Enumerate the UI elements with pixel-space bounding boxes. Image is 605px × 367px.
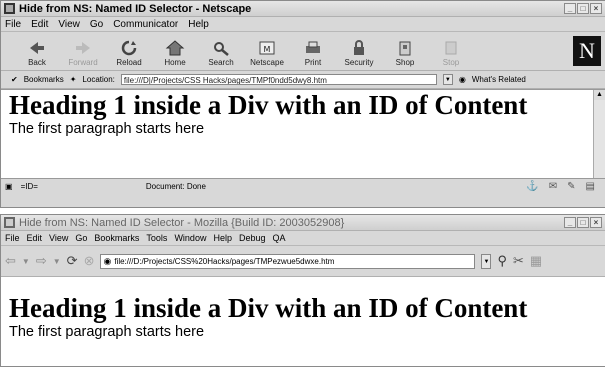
back-arrow-icon[interactable]: ⇦ <box>5 253 16 269</box>
home-icon <box>165 40 185 56</box>
reload-icon <box>121 40 137 56</box>
print-icon <box>306 41 320 53</box>
page-heading: Heading 1 inside a Div with an ID of Con… <box>9 90 528 120</box>
menu-file[interactable]: File <box>5 233 20 243</box>
menu-window[interactable]: Window <box>174 233 206 243</box>
search-icon <box>214 42 229 56</box>
netscape-logo: N <box>573 36 601 66</box>
netscape-titlebar: Hide from NS: Named ID Selector - Netsca… <box>1 1 605 17</box>
navigator-icon[interactable]: ⚓ <box>526 181 538 192</box>
menu-help[interactable]: Help <box>213 233 232 243</box>
mozilla-menubar: File Edit View Go Bookmarks Tools Window… <box>1 231 605 246</box>
whats-related-button[interactable]: What's Related <box>472 75 526 84</box>
netscape-window: Hide from NS: Named ID Selector - Netsca… <box>0 0 605 208</box>
menu-debug[interactable]: Debug <box>239 233 266 243</box>
url-text: file:///D:/Projects/CSS%20Hacks/pages/TM… <box>114 256 335 266</box>
shop-icon <box>399 41 411 56</box>
security-lock-icon <box>354 40 364 55</box>
page-proxy-icon: ◉ <box>103 255 112 266</box>
security-button[interactable]: Security <box>337 39 381 70</box>
search-icon[interactable]: ⚲ <box>497 253 507 269</box>
minimize-button[interactable]: _ <box>564 217 576 228</box>
online-status-icon: =ID= <box>20 182 38 191</box>
menu-view[interactable]: View <box>49 233 68 243</box>
mozilla-app-icon <box>4 217 15 228</box>
menu-view[interactable]: View <box>58 19 80 30</box>
menu-help[interactable]: Help <box>188 19 209 30</box>
composer-icon[interactable]: ✎ <box>567 181 575 192</box>
location-field[interactable]: file:///D|/Projects/CSS Hacks/pages/TMPf… <box>120 74 437 85</box>
print-button[interactable]: Print <box>291 39 335 70</box>
minimize-button[interactable]: _ <box>564 3 576 14</box>
close-button[interactable]: × <box>590 3 602 14</box>
location-label: Location: <box>82 75 115 84</box>
menu-go[interactable]: Go <box>75 233 87 243</box>
forward-arrow-icon <box>76 42 90 54</box>
mozilla-window: Hide from NS: Named ID Selector - Mozill… <box>0 214 605 367</box>
menu-edit[interactable]: Edit <box>31 19 48 30</box>
reload-icon[interactable]: ⟳ <box>67 253 78 269</box>
netscape-statusbar: ▣ =ID= Document: Done ⚓ ✉ ✎ ▤ <box>1 178 605 194</box>
netscape-toolbar: Back Forward Reload Home Search M Netsca… <box>1 32 605 71</box>
maximize-button[interactable]: □ <box>577 3 589 14</box>
mozilla-page-content: Heading 1 inside a Div with an ID of Con… <box>1 277 605 366</box>
whats-related-icon: ◉ <box>458 75 466 84</box>
stop-button[interactable]: Stop <box>429 39 473 70</box>
netscape-menubar: File Edit View Go Communicator Help <box>1 17 605 32</box>
location-dropdown-button[interactable]: ▼ <box>442 74 453 85</box>
menu-edit[interactable]: Edit <box>27 233 43 243</box>
close-button[interactable]: × <box>590 217 602 228</box>
reload-button[interactable]: Reload <box>107 39 151 70</box>
stop-icon <box>445 41 457 55</box>
mozilla-titlebar: Hide from NS: Named ID Selector - Mozill… <box>1 215 605 231</box>
stop-icon[interactable]: ⊗ <box>84 253 95 269</box>
maximize-button[interactable]: □ <box>577 217 589 228</box>
status-text: Document: Done <box>145 182 206 191</box>
address-book-icon[interactable]: ▤ <box>586 181 595 192</box>
back-button[interactable]: Back <box>15 39 59 70</box>
bookmarks-button[interactable]: Bookmarks <box>24 75 64 84</box>
netscape-icon: M <box>259 41 275 55</box>
menu-go[interactable]: Go <box>90 19 103 30</box>
netscape-page-content: Heading 1 inside a Div with an ID of Con… <box>1 89 605 178</box>
vertical-scrollbar[interactable]: ▲ <box>593 90 605 178</box>
bookmarks-icon[interactable]: ✔ <box>11 75 18 84</box>
mozilla-navigation-toolbar: ⇦ ▼ ⇨ ▼ ⟳ ⊗ ◉ file:///D:/Projects/CSS%20… <box>1 246 605 277</box>
location-icon: ✦ <box>69 75 77 84</box>
page-paragraph: The first paragraph starts here <box>9 324 205 340</box>
security-status-icon: ▣ <box>5 182 13 191</box>
back-arrow-icon <box>30 42 44 54</box>
page-heading: Heading 1 inside a Div with an ID of Con… <box>9 293 528 323</box>
menu-file[interactable]: File <box>5 19 21 30</box>
shop-button[interactable]: Shop <box>383 39 427 70</box>
menu-tools[interactable]: Tools <box>146 233 167 243</box>
menu-qa[interactable]: QA <box>273 233 286 243</box>
window-title: Hide from NS: Named ID Selector - Mozill… <box>19 216 345 229</box>
location-toolbar: ✔ Bookmarks ✦ Location: file:///D|/Proje… <box>1 71 605 89</box>
url-field[interactable]: ◉ file:///D:/Projects/CSS%20Hacks/pages/… <box>100 253 476 269</box>
forward-button[interactable]: Forward <box>61 39 105 70</box>
throbber-icon: ▦ <box>529 253 543 268</box>
mail-icon[interactable]: ✉ <box>549 181 557 192</box>
svg-text:M: M <box>264 45 271 54</box>
scroll-up-arrow-icon[interactable]: ▲ <box>594 90 605 100</box>
forward-dropdown-icon[interactable]: ▼ <box>53 257 61 266</box>
url-dropdown-button[interactable]: ▼ <box>481 253 492 269</box>
back-dropdown-icon[interactable]: ▼ <box>22 257 30 266</box>
menu-bookmarks[interactable]: Bookmarks <box>94 233 139 243</box>
window-title: Hide from NS: Named ID Selector - Netsca… <box>19 2 252 15</box>
menu-communicator[interactable]: Communicator <box>113 19 178 30</box>
search-button[interactable]: Search <box>199 39 243 70</box>
print-icon[interactable]: ✂ <box>513 253 524 269</box>
page-paragraph: The first paragraph starts here <box>9 121 205 137</box>
forward-arrow-icon[interactable]: ⇨ <box>36 253 47 269</box>
netscape-button[interactable]: M Netscape <box>245 39 289 70</box>
netscape-app-icon <box>4 3 15 14</box>
home-button[interactable]: Home <box>153 39 197 70</box>
